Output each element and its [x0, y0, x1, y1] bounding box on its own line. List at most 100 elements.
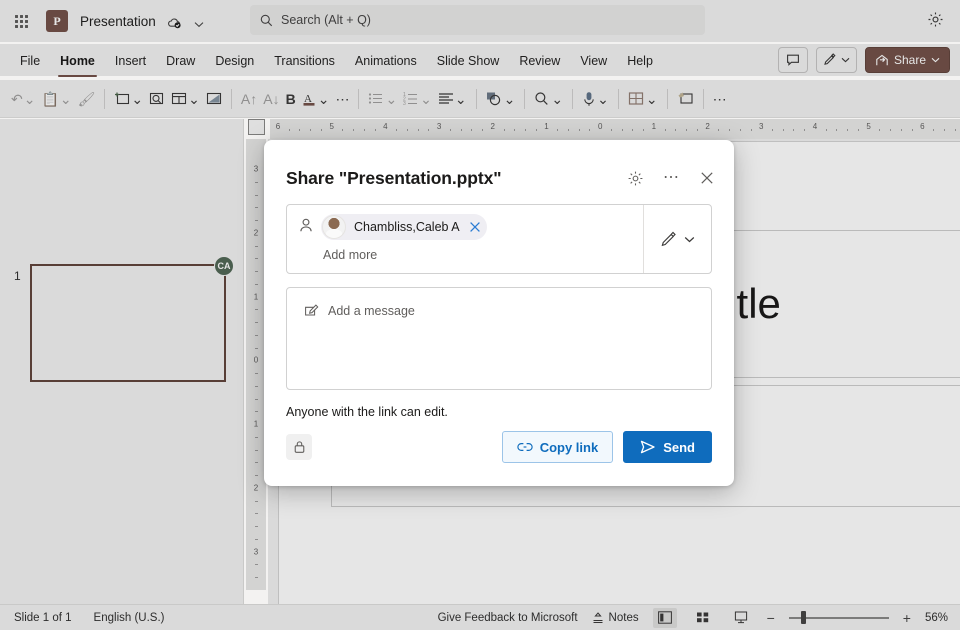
settings-gear-icon[interactable]	[927, 11, 944, 28]
layout-icon	[171, 91, 187, 106]
recipient-input-area[interactable]: Chambliss,Caleb A Add more	[287, 205, 643, 273]
tab-design[interactable]: Design	[205, 48, 264, 72]
zoom-out-button[interactable]: −	[767, 610, 775, 626]
ruler-tick	[396, 129, 398, 131]
align-button[interactable]: ⌄	[435, 85, 470, 113]
document-title-group[interactable]: Presentation	[80, 14, 204, 29]
share-settings-button[interactable]	[622, 165, 648, 191]
tab-help[interactable]: Help	[617, 48, 663, 72]
tab-insert[interactable]: Insert	[105, 48, 156, 72]
layout-button[interactable]: ⌄	[168, 85, 203, 113]
zoom-in-button[interactable]: +	[903, 610, 911, 626]
send-button[interactable]: Send	[623, 431, 712, 463]
app-launcher-icon[interactable]	[4, 4, 38, 38]
tab-view[interactable]: View	[570, 48, 617, 72]
pencil-icon	[823, 53, 837, 67]
slide-thumbnail-1[interactable]: CA	[30, 256, 234, 382]
ruler-tick	[857, 129, 859, 131]
svg-text:3: 3	[403, 101, 406, 106]
record-slideshow-icon	[677, 91, 694, 107]
decrease-font-size-button[interactable]: A↓	[260, 85, 282, 113]
copy-link-button[interactable]: Copy link	[501, 431, 614, 463]
permission-dropdown-button[interactable]	[643, 205, 711, 273]
tab-home[interactable]: Home	[50, 48, 105, 77]
search-input[interactable]: Search (Alt + Q)	[250, 5, 705, 35]
share-button-label: Share	[893, 53, 926, 67]
dictate-button[interactable]: ⌄	[579, 85, 612, 113]
increase-font-size-button[interactable]: A↑	[238, 85, 260, 113]
more-font-options-button[interactable]: ⋯	[332, 85, 352, 113]
title-chevron-down-icon[interactable]	[194, 21, 204, 28]
reset-design-button[interactable]	[203, 85, 225, 113]
tab-transitions[interactable]: Transitions	[264, 48, 345, 72]
recipient-field-group[interactable]: Chambliss,Caleb A Add more	[286, 204, 712, 274]
ruler-tick	[793, 129, 795, 131]
message-textarea[interactable]: Add a message	[286, 287, 712, 390]
ruler-tick	[847, 129, 849, 131]
ruler-tick-label: 5	[866, 122, 871, 131]
ruler-tick	[255, 283, 258, 285]
feedback-link[interactable]: Give Feedback to Microsoft	[438, 612, 578, 624]
more-ribbon-options-button[interactable]: ⋯	[710, 85, 730, 113]
share-more-options-button[interactable]: ⋯	[658, 165, 684, 191]
slide-sorter-view-button[interactable]	[691, 608, 715, 628]
link-settings-lock-button[interactable]	[286, 434, 312, 460]
tab-slide-show[interactable]: Slide Show	[427, 48, 510, 72]
normal-view-button[interactable]	[652, 607, 677, 628]
tab-animations[interactable]: Animations	[345, 48, 427, 72]
find-button[interactable]: ⌄	[531, 85, 566, 113]
undo-button[interactable]: ↶ ⌄	[8, 85, 38, 113]
ruler-tick	[310, 129, 312, 131]
slide-thumbnail-pane[interactable]: 1 CA	[0, 119, 244, 606]
ruler-tick	[255, 373, 258, 375]
share-dialog-close-button[interactable]	[694, 165, 720, 191]
bullets-button[interactable]: ⌄	[365, 85, 400, 113]
record-button[interactable]	[674, 85, 697, 113]
bold-button[interactable]: B	[283, 85, 299, 113]
editing-mode-button[interactable]	[815, 47, 857, 73]
ribbon-right-actions: Share	[777, 47, 950, 73]
ruler-tick	[471, 129, 473, 131]
zoom-slider[interactable]	[788, 610, 889, 626]
share-dialog[interactable]: Share "Presentation.pptx" ⋯ Chambliss,Ca…	[264, 140, 734, 486]
comments-button[interactable]	[777, 47, 808, 73]
comment-icon	[786, 53, 800, 67]
paste-button[interactable]: 📋 ⌄	[38, 85, 74, 113]
ruler-tick	[449, 129, 451, 131]
font-color-button[interactable]: A ⌄	[299, 85, 333, 113]
find-slide-button[interactable]	[146, 85, 168, 113]
ruler-tick	[255, 181, 258, 183]
ruler-tick-label: 5	[329, 122, 334, 131]
chevron-down-icon: ⌄	[645, 90, 658, 107]
tab-file[interactable]: File	[10, 48, 50, 72]
zoom-slider-handle[interactable]	[800, 611, 806, 624]
tab-draw[interactable]: Draw	[156, 48, 205, 72]
ruler-corner-toggle[interactable]	[248, 119, 265, 135]
notes-button[interactable]: Notes	[592, 612, 639, 624]
shapes-button[interactable]: ⌄	[483, 85, 519, 113]
share-button[interactable]: Share	[864, 47, 950, 73]
recipient-chip[interactable]: Chambliss,Caleb A	[321, 214, 487, 240]
language-label[interactable]: English (U.S.)	[94, 612, 165, 624]
remove-recipient-icon[interactable]	[469, 221, 481, 233]
zoom-level-label[interactable]: 56%	[925, 612, 948, 624]
ruler-tick	[255, 462, 258, 464]
chevron-down-icon: ⌄	[131, 90, 144, 107]
copy-link-label: Copy link	[539, 439, 599, 455]
new-slide-button[interactable]: ⌄	[111, 85, 146, 113]
tab-review[interactable]: Review	[509, 48, 570, 72]
slide-search-icon	[149, 91, 165, 106]
notes-icon	[592, 611, 604, 624]
slide-count-label[interactable]: Slide 1 of 1	[14, 612, 72, 624]
designer-button[interactable]: ⌄	[625, 85, 661, 113]
numbering-button[interactable]: 123 ⌄	[400, 85, 435, 113]
add-more-input[interactable]: Add more	[323, 248, 377, 262]
ruler-tick-label: 2	[253, 483, 259, 493]
ruler-tick	[255, 347, 258, 349]
ruler-tick	[890, 129, 892, 131]
ruler-tick	[353, 129, 355, 131]
format-painter-button[interactable]: 🖌	[75, 85, 99, 113]
reading-view-button[interactable]	[729, 608, 753, 628]
presence-avatar-badge[interactable]: CA	[214, 256, 234, 276]
recipient-name: Chambliss,Caleb A	[354, 220, 460, 234]
